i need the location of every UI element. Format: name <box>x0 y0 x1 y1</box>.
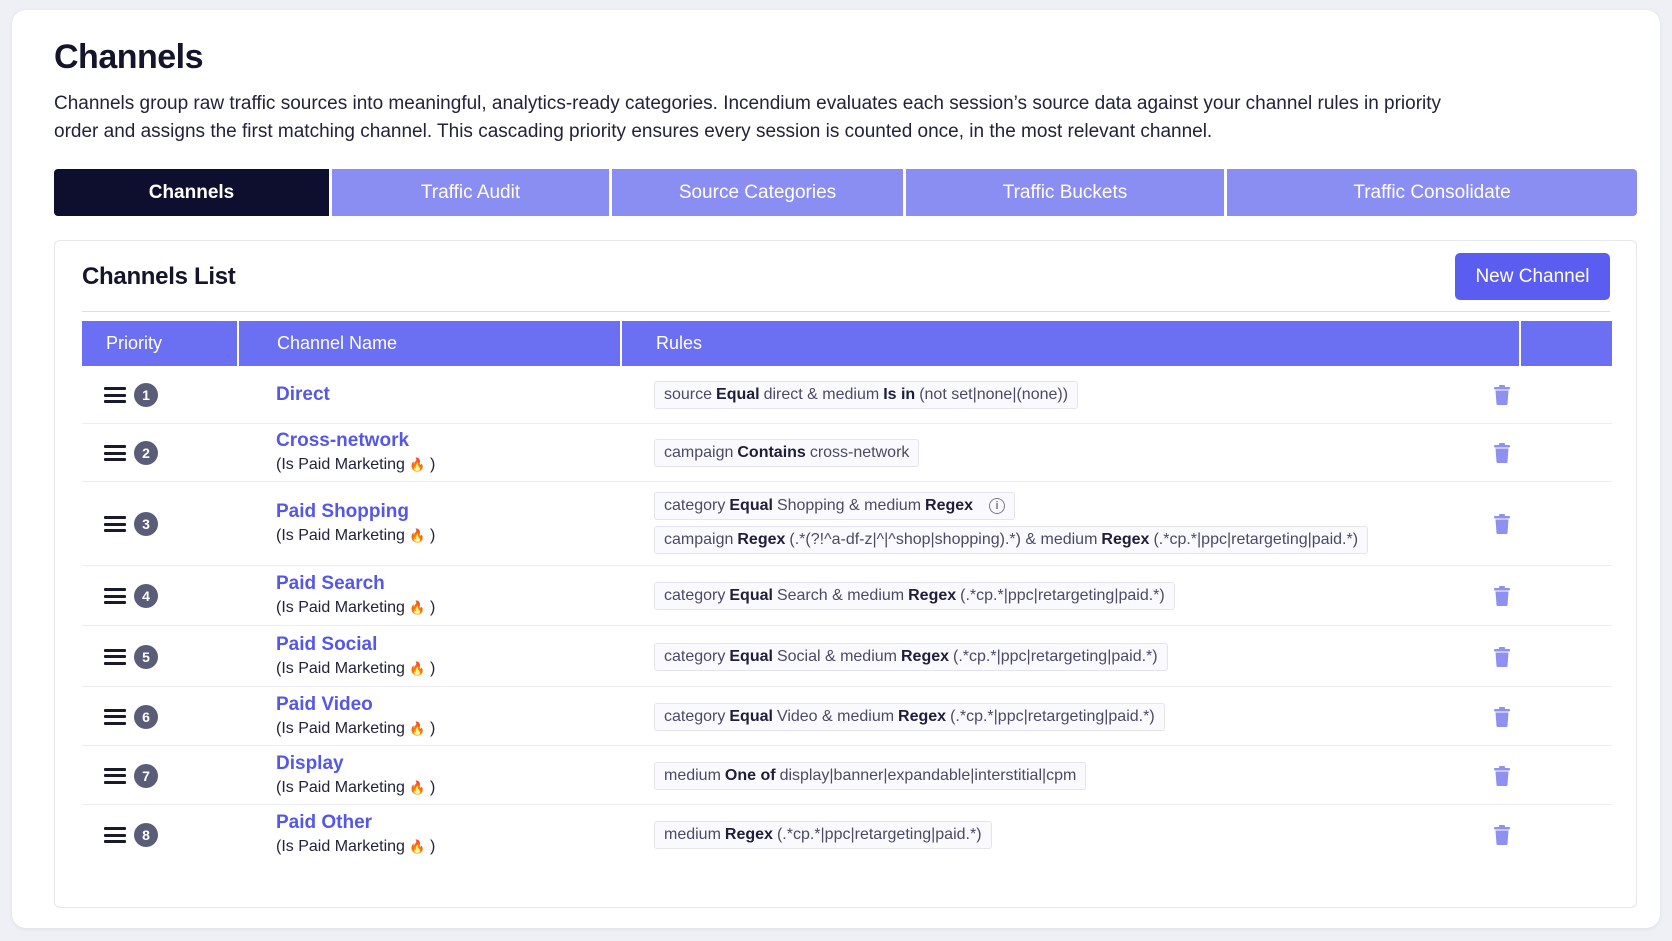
priority-badge: 1 <box>134 383 158 407</box>
drag-handle-icon[interactable] <box>104 516 126 532</box>
fire-icon: 🔥 <box>409 528 426 543</box>
rule-chip: campaign Regex (.*(?!^a-df-z|^|^shop|shopp… <box>654 526 1369 554</box>
tab-traffic-audit[interactable]: Traffic Audit <box>332 169 609 216</box>
divider <box>82 311 1610 312</box>
trash-icon[interactable] <box>1494 514 1510 534</box>
channel-name-cell: Cross-network (Is Paid Marketing 🔥 ) <box>276 429 435 477</box>
rule-chip: medium One of display|banner|expandable|in… <box>654 761 1087 790</box>
channel-name-cell: Paid Video (Is Paid Marketing 🔥 ) <box>276 693 435 741</box>
panel-title: Channels List <box>82 263 236 290</box>
table-row: 4 Paid Search (Is Paid Marketing 🔥 ) catego… <box>82 566 1612 626</box>
new-channel-button[interactable]: New Channel <box>1455 253 1610 300</box>
rule-chip: category Equal Social & medium Regex (.*cp.*… <box>654 642 1168 671</box>
rule-chip: category Equal Video & medium Regex (.*cp.*|… <box>654 702 1165 731</box>
table-header: Priority Channel Name Rules <box>82 321 1612 366</box>
drag-handle-icon[interactable] <box>104 445 126 461</box>
priority-badge: 2 <box>134 441 158 465</box>
fire-icon: 🔥 <box>409 600 426 615</box>
channel-name-cell: Paid Shopping (Is Paid Marketing 🔥 ) <box>276 500 435 548</box>
paid-marketing-label: (Is Paid Marketing 🔥 ) <box>276 527 436 544</box>
channel-name-cell: Paid Search (Is Paid Marketing 🔥 ) <box>276 572 435 620</box>
channels-card: Channels Channels group raw traffic sour… <box>12 10 1660 928</box>
trash-icon[interactable] <box>1494 385 1510 405</box>
tab-bar: Channels Traffic Audit Source Categories… <box>54 169 1637 216</box>
drag-handle-icon[interactable] <box>104 648 126 665</box>
table-row: 5 Paid Social (Is Paid Marketing 🔥 ) catego… <box>82 626 1612 687</box>
paid-marketing-label: (Is Paid Marketing 🔥 ) <box>276 838 436 855</box>
rule-chip: category Equal Shopping & medium Regex i <box>654 492 1016 520</box>
channel-name-link[interactable]: Display <box>276 752 435 776</box>
channel-name-cell: Paid Other (Is Paid Marketing 🔥 ) <box>276 811 435 859</box>
channel-name-link[interactable]: Paid Search <box>276 572 435 596</box>
channel-name-link[interactable]: Paid Video <box>276 693 435 717</box>
table-row: 1 Direct source Equal direct & medium Is in (n… <box>82 366 1612 424</box>
tab-channels[interactable]: Channels <box>54 169 329 216</box>
rule-chip: category Equal Search & medium Regex (.*cp.*… <box>654 582 1175 610</box>
channel-name-link[interactable]: Paid Shopping <box>276 500 435 524</box>
priority-badge: 4 <box>134 584 158 608</box>
priority-badge: 3 <box>134 512 158 536</box>
fire-icon: 🔥 <box>409 660 426 676</box>
drag-handle-icon[interactable] <box>104 708 126 725</box>
rule-chip: medium Regex (.*cp.*|ppc|retargeting|paid.… <box>654 821 992 849</box>
table-row: 8 Paid Other (Is Paid Marketing 🔥 ) medium R… <box>82 805 1612 865</box>
paid-marketing-label: (Is Paid Marketing 🔥 ) <box>276 456 436 473</box>
drag-handle-icon[interactable] <box>104 387 126 403</box>
trash-icon[interactable] <box>1494 443 1510 463</box>
rule-chip: source Equal direct & medium Is in (not set|… <box>654 381 1079 409</box>
tab-traffic-buckets[interactable]: Traffic Buckets <box>906 169 1224 216</box>
tab-traffic-consolidate[interactable]: Traffic Consolidate <box>1227 169 1637 216</box>
trash-icon[interactable] <box>1494 586 1510 606</box>
priority-badge: 6 <box>134 704 158 729</box>
paid-marketing-label: (Is Paid Marketing 🔥 ) <box>276 719 436 737</box>
table-row: 3 Paid Shopping (Is Paid Marketing 🔥 ) cate… <box>82 482 1612 566</box>
channel-name-cell: Paid Social (Is Paid Marketing 🔥 ) <box>276 633 435 681</box>
channel-name-cell: Display (Is Paid Marketing 🔥 ) <box>276 752 435 800</box>
channels-list-panel: Channels List New Channel Priority Chann… <box>54 240 1637 908</box>
drag-handle-icon[interactable] <box>104 588 126 604</box>
priority-badge: 7 <box>134 763 158 788</box>
trash-icon[interactable] <box>1494 825 1510 845</box>
tab-source-categories[interactable]: Source Categories <box>612 169 903 216</box>
channel-name-link[interactable]: Cross-network <box>276 429 435 453</box>
column-header-channel-name: Channel Name <box>239 321 620 366</box>
fire-icon: 🔥 <box>409 457 426 472</box>
fire-icon: 🔥 <box>409 839 426 854</box>
channels-table-body: 1 Direct source Equal direct & medium Is in (n… <box>82 366 1612 865</box>
fire-icon: 🔥 <box>409 779 426 795</box>
drag-handle-icon[interactable] <box>104 827 126 843</box>
paid-marketing-label: (Is Paid Marketing 🔥 ) <box>276 778 436 796</box>
drag-handle-icon[interactable] <box>104 767 126 784</box>
channel-name-link[interactable]: Paid Social <box>276 633 435 657</box>
info-icon[interactable]: i <box>989 498 1006 514</box>
channel-name-link[interactable]: Direct <box>276 383 330 407</box>
priority-badge: 8 <box>134 823 158 847</box>
table-row: 7 Display (Is Paid Marketing 🔥 ) medium One … <box>82 746 1612 805</box>
column-header-priority: Priority <box>82 321 237 366</box>
table-row: 6 Paid Video (Is Paid Marketing 🔥 ) categor… <box>82 687 1612 746</box>
paid-marketing-label: (Is Paid Marketing 🔥 ) <box>276 599 436 616</box>
column-header-rules: Rules <box>622 321 1519 366</box>
fire-icon: 🔥 <box>409 720 426 736</box>
trash-icon[interactable] <box>1494 765 1510 786</box>
column-header-actions <box>1521 321 1612 366</box>
channel-name-cell: Direct <box>276 383 330 407</box>
channel-name-link[interactable]: Paid Other <box>276 811 435 835</box>
trash-icon[interactable] <box>1494 646 1510 667</box>
trash-icon[interactable] <box>1494 706 1510 727</box>
paid-marketing-label: (Is Paid Marketing 🔥 ) <box>276 659 436 677</box>
table-row: 2 Cross-network (Is Paid Marketing 🔥 ) camp… <box>82 424 1612 482</box>
page-title: Channels <box>54 38 204 76</box>
priority-badge: 5 <box>134 644 158 669</box>
page-description: Channels group raw traffic sources into … <box>54 93 1442 142</box>
rule-chip: campaign Contains cross-network <box>654 439 920 467</box>
